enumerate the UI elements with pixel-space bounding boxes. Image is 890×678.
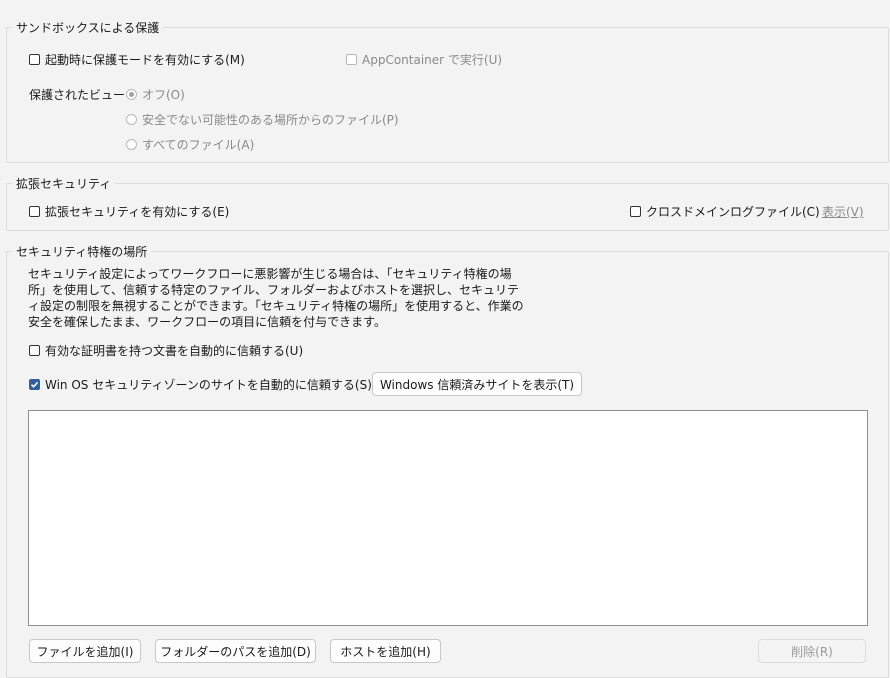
trust-certified-checkbox[interactable]: 有効な証明書を持つ文書を自動的に信頼する(U) <box>29 342 303 359</box>
checkmark-icon <box>30 381 39 388</box>
add-folder-path-button[interactable]: フォルダーのパスを追加(D) <box>155 639 316 663</box>
trust-os-zone-checkbox[interactable]: Win OS セキュリティゾーンのサイトを自動的に信頼する(S) <box>29 376 372 393</box>
checkbox-checked[interactable] <box>29 379 40 390</box>
pv-option-unsafe-label: 安全でない可能性のある場所からのファイル(P) <box>142 113 399 127</box>
sandbox-group-title: サンドボックスによる保護 <box>12 19 164 36</box>
startup-protected-mode-checkbox[interactable]: 起動時に保護モードを有効にする(M) <box>29 51 245 68</box>
pv-option-all-files[interactable]: すべてのファイル(A) <box>126 136 254 153</box>
radio[interactable] <box>126 139 137 150</box>
view-log-link[interactable]: 表示(V) <box>822 203 864 220</box>
privileged-locations-title: セキュリティ特権の場所 <box>12 243 152 260</box>
radio-selected[interactable] <box>126 89 137 100</box>
enhanced-security-checkbox[interactable]: 拡張セキュリティを有効にする(E) <box>29 203 229 220</box>
pv-option-unsafe-locations[interactable]: 安全でない可能性のある場所からのファイル(P) <box>126 111 399 128</box>
add-file-button[interactable]: ファイルを追加(I) <box>29 639 141 663</box>
pv-option-all-label: すべてのファイル(A) <box>142 138 255 152</box>
radio[interactable] <box>126 114 137 125</box>
checkbox-box[interactable] <box>630 206 641 217</box>
add-host-button[interactable]: ホストを追加(H) <box>330 639 441 663</box>
pv-option-off-label: オフ(O) <box>142 88 185 102</box>
trust-certified-label: 有効な証明書を持つ文書を自動的に信頼する(U) <box>45 344 304 358</box>
appcontainer-label: AppContainer で実行(U) <box>362 53 503 67</box>
privileged-description: セキュリティ設定によってワークフローに悪影響が生じる場合は、「セキュリティ特権の… <box>28 267 524 329</box>
checkbox-box[interactable] <box>29 206 40 217</box>
protected-view-label: 保護されたビュー <box>29 88 126 102</box>
privileged-locations-list[interactable] <box>28 410 868 626</box>
remove-button[interactable]: 削除(R) <box>758 639 866 663</box>
view-trusted-sites-button[interactable]: Windows 信頼済みサイトを表示(T) <box>372 372 582 396</box>
enhanced-security-title: 拡張セキュリティ <box>12 175 116 192</box>
cross-domain-log-label: クロスドメインログファイル(C) <box>646 205 820 219</box>
trust-os-zone-label: Win OS セキュリティゾーンのサイトを自動的に信頼する(S) <box>45 378 372 392</box>
checkbox-box[interactable] <box>346 54 357 65</box>
pv-option-off[interactable]: オフ(O) <box>126 86 185 103</box>
enhanced-security-label: 拡張セキュリティを有効にする(E) <box>45 205 230 219</box>
cross-domain-log-checkbox[interactable]: クロスドメインログファイル(C) <box>630 203 820 220</box>
checkbox-box[interactable] <box>29 345 40 356</box>
checkbox-box[interactable] <box>29 54 40 65</box>
startup-protected-mode-label: 起動時に保護モードを有効にする(M) <box>45 53 245 67</box>
appcontainer-checkbox[interactable]: AppContainer で実行(U) <box>346 51 502 68</box>
